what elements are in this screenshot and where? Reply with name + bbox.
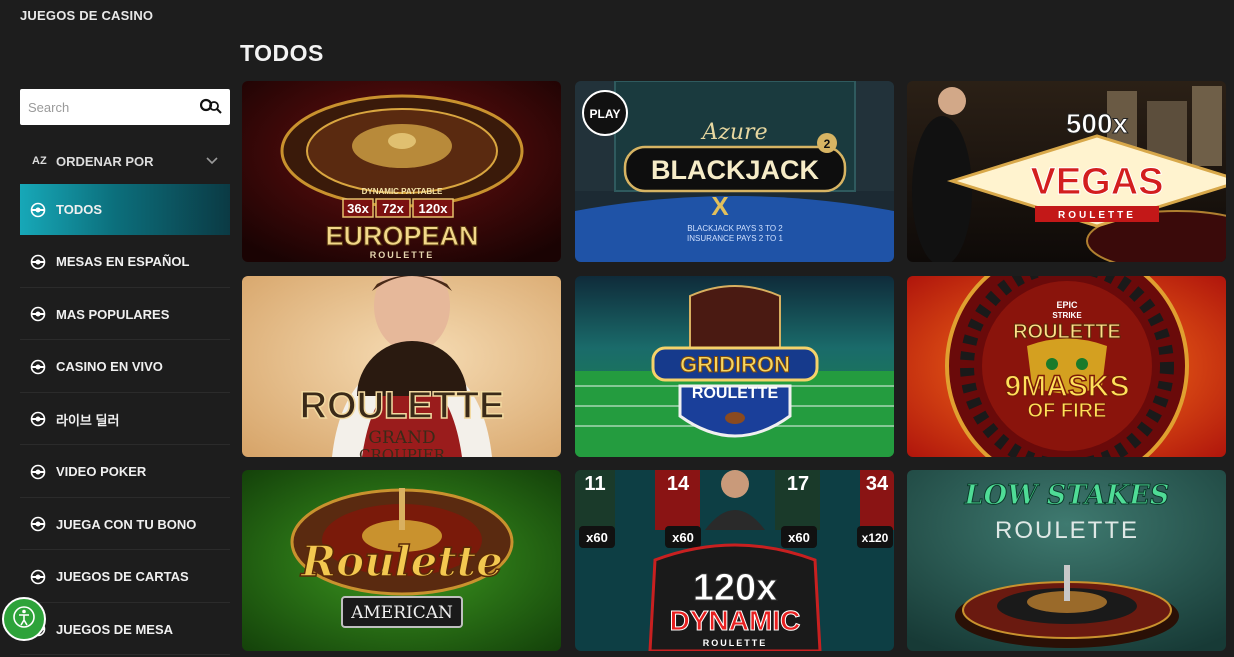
game-card-title: BLACKJACK xyxy=(651,155,820,185)
category-item-video-poker[interactable]: VIDEO POKER xyxy=(20,447,230,498)
category-label: JUEGOS DE MESA xyxy=(56,621,174,637)
category-icon xyxy=(30,202,48,218)
chevron-down-icon xyxy=(206,152,218,170)
category-item-casino-en-vivo[interactable]: CASINO EN VIVO xyxy=(20,342,230,393)
game-card-vegas-roulette[interactable]: 500x VEGAS ROULETTE xyxy=(907,81,1226,262)
category-item-mas-populares[interactable]: MAS POPULARES xyxy=(20,289,230,340)
accessibility-button[interactable] xyxy=(2,597,46,641)
game-card-title: 9MASKS xyxy=(1004,370,1129,403)
multiplier-chip: x60 xyxy=(672,530,694,545)
game-card-dynamic-roulette[interactable]: 11 14 17 34 x60 x60 x60 x120 120x DYNAMI… xyxy=(575,470,894,651)
game-card-title: EUROPEAN xyxy=(325,221,478,251)
game-card-title: GRIDIRON xyxy=(680,352,790,377)
game-card-subtitle: GRAND xyxy=(368,428,435,448)
category-label: VIDEO POKER xyxy=(56,464,147,479)
category-label: JUEGOS DE CARTAS xyxy=(56,569,189,584)
multiplier-chip: x60 xyxy=(788,530,810,545)
game-card-title: VEGAS xyxy=(1030,161,1163,203)
game-card-subtitle: DYNAMIC PAYTABLE xyxy=(362,187,443,196)
section-title: TODOS xyxy=(240,40,324,66)
play-badge: PLAY xyxy=(590,107,621,121)
game-card-multiplier: 120x xyxy=(693,567,778,609)
category-icon xyxy=(30,464,48,480)
game-card-grand-croupier[interactable]: ROULETTE GRAND CROUPIER xyxy=(242,276,561,457)
game-card-gridiron-roulette[interactable]: GRIDIRON ROULETTE xyxy=(575,276,894,457)
game-card-title: Roulette xyxy=(300,537,503,586)
search-icon[interactable] xyxy=(199,98,222,119)
game-card-tag: EPIC xyxy=(1056,300,1078,310)
category-label: TODOS xyxy=(56,202,102,217)
search-box[interactable] xyxy=(20,89,230,125)
game-card-subtitle: ROULETTE xyxy=(370,250,435,260)
category-item-mesas-en-espanol[interactable]: MESAS EN ESPAÑOL xyxy=(20,237,230,288)
page-header-title: JUEGOS DE CASINO xyxy=(20,8,154,23)
game-card-badge: 2 xyxy=(824,137,831,151)
category-label: CASINO EN VIVO xyxy=(56,359,163,374)
multiplier-120x: 120x xyxy=(419,201,449,216)
category-icon xyxy=(30,306,48,322)
number-17: 17 xyxy=(787,473,809,495)
game-card-azure-blackjack[interactable]: PLAY Azure BLACKJACK 2 X BLACKJACK PAYS … xyxy=(575,81,894,262)
game-card-subtitle: CROUPIER xyxy=(359,446,446,457)
game-card-subtitle: ROULETTE xyxy=(703,638,768,648)
category-label: JUEGA CON TU BONO xyxy=(56,516,197,532)
table-text: INSURANCE PAYS 2 TO 1 xyxy=(687,234,783,243)
game-card-subtitle: ROULETTE xyxy=(1058,210,1136,221)
sort-dropdown[interactable]: AZ ORDENAR POR xyxy=(20,140,230,182)
game-card-european-roulette[interactable]: DYNAMIC PAYTABLE 36x 72x 120x EUROPEAN R… xyxy=(242,81,561,262)
category-item-juega-con-tu-bono[interactable]: JUEGA CON TU BONO xyxy=(20,499,230,550)
game-card-american-roulette[interactable]: Roulette AMERICAN xyxy=(242,470,561,651)
number-11: 11 xyxy=(584,473,605,495)
category-icon xyxy=(30,569,48,585)
number-34: 34 xyxy=(866,473,889,495)
search-input[interactable] xyxy=(26,89,190,125)
game-card-title: DYNAMIC xyxy=(670,605,801,636)
game-card-subtitle: ROULETTE xyxy=(692,385,779,402)
game-card-tag: STRIKE xyxy=(1052,311,1082,320)
category-list: TODOS MESAS EN ESPAÑOL MAS POPULARES CAS… xyxy=(20,184,230,657)
category-item-live-dealer-korean[interactable]: 라이브 딜러 xyxy=(20,394,230,445)
game-card-x: X xyxy=(711,191,729,221)
category-item-juegos-de-cartas[interactable]: JUEGOS DE CARTAS xyxy=(20,552,230,603)
category-icon xyxy=(30,411,48,427)
number-14: 14 xyxy=(667,473,690,495)
category-icon xyxy=(30,359,48,375)
sort-label: ORDENAR POR xyxy=(56,153,154,169)
category-item-todos[interactable]: TODOS xyxy=(20,184,230,235)
multiplier-chip: x120 xyxy=(862,531,889,545)
accessibility-icon xyxy=(12,605,36,634)
game-card-title: ROULETTE xyxy=(995,517,1139,544)
game-card-low-stakes-roulette[interactable]: LOW STAKES ROULETTE xyxy=(907,470,1226,651)
game-card-title: ROULETTE xyxy=(300,385,505,427)
table-text: BLACKJACK PAYS 3 TO 2 xyxy=(687,224,783,233)
game-card-9-masks-of-fire[interactable]: EPIC STRIKE ROULETTE 9MASKS OF FIRE xyxy=(907,276,1226,457)
game-card-subtitle: LOW STAKES xyxy=(964,480,1170,511)
category-icon xyxy=(30,516,48,532)
category-label: 라이브 딜러 xyxy=(56,412,120,428)
multiplier-chip: x60 xyxy=(586,530,608,545)
multiplier-36x: 36x xyxy=(347,201,369,216)
game-card-subtitle: Azure xyxy=(700,120,767,145)
sort-az-icon: AZ xyxy=(32,155,47,167)
game-card-multiplier: 500x xyxy=(1066,108,1129,139)
category-label: MESAS EN ESPAÑOL xyxy=(56,254,190,269)
category-item-juegos-de-mesa[interactable]: JUEGOS DE MESA xyxy=(20,604,230,655)
game-card-subtitle: OF FIRE xyxy=(1028,400,1107,422)
category-label: MAS POPULARES xyxy=(56,306,170,322)
multiplier-72x: 72x xyxy=(382,201,404,216)
category-icon xyxy=(30,254,48,270)
game-card-subtitle: AMERICAN xyxy=(350,603,453,623)
